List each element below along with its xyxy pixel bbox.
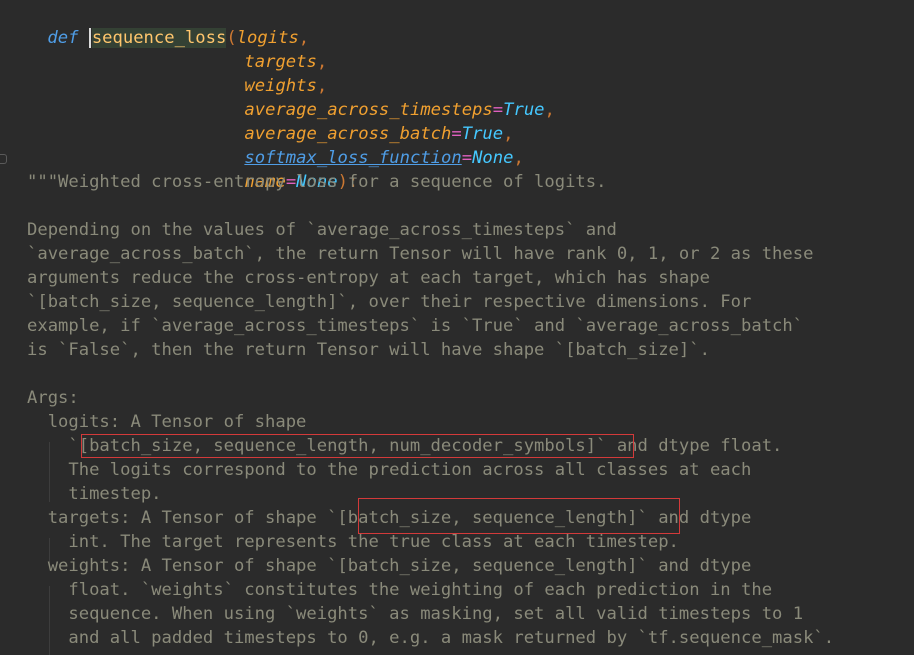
def-keyword: def [47, 28, 79, 48]
fold-marker-icon[interactable] [0, 154, 7, 164]
docstring-line: float. `weights` constitutes the weighti… [27, 580, 773, 600]
annotation-box-logits-shape [81, 434, 634, 458]
docstring-line: `average_across_batch`, the return Tenso… [27, 244, 814, 264]
text-caret [88, 28, 91, 48]
code-line-param: weights, [203, 50, 327, 96]
docstring-line: timestep. [27, 484, 162, 504]
equals-operator: = [461, 148, 473, 168]
param-comma: , [513, 148, 524, 168]
code-line-param: average_across_batch=True, [203, 98, 513, 144]
param-comma: , [544, 100, 555, 120]
code-line-param: targets, [203, 26, 327, 72]
code-line-param: softmax_loss_function=None, [203, 122, 523, 168]
docstring-line: arguments reduce the cross-entropy at ea… [27, 268, 710, 288]
code-line-param: average_across_timesteps=True, [203, 74, 554, 120]
docstring-line: sequence. When using `weights` as maskin… [27, 604, 804, 624]
code-editor[interactable]: def sequence_loss(logits, targets, weigh… [0, 0, 914, 655]
docstring-line: `[batch_size, sequence_length]`, over th… [27, 292, 752, 312]
docstring-line: and all padded timesteps to 0, e.g. a ma… [27, 628, 835, 648]
annotation-box-targets-shape [358, 498, 680, 534]
docstring-line: Args: [27, 388, 79, 408]
code-line-def: def sequence_loss(logits, [6, 2, 309, 48]
docstring-line: weights: A Tensor of shape `[batch_size,… [27, 556, 752, 576]
docstring-line: Depending on the values of `average_acro… [27, 220, 617, 240]
param-default: None [472, 148, 514, 168]
code-line-param: name=None): [203, 146, 358, 192]
docstring-line: The logits correspond to the prediction … [27, 460, 752, 480]
docstring-line: logits: A Tensor of shape [27, 412, 307, 432]
docstring-line: example, if `average_across_timesteps` i… [27, 316, 804, 336]
docstring-line: """Weighted cross-entropy loss for a seq… [27, 172, 607, 192]
docstring-line: is `False`, then the return Tensor will … [27, 340, 710, 360]
